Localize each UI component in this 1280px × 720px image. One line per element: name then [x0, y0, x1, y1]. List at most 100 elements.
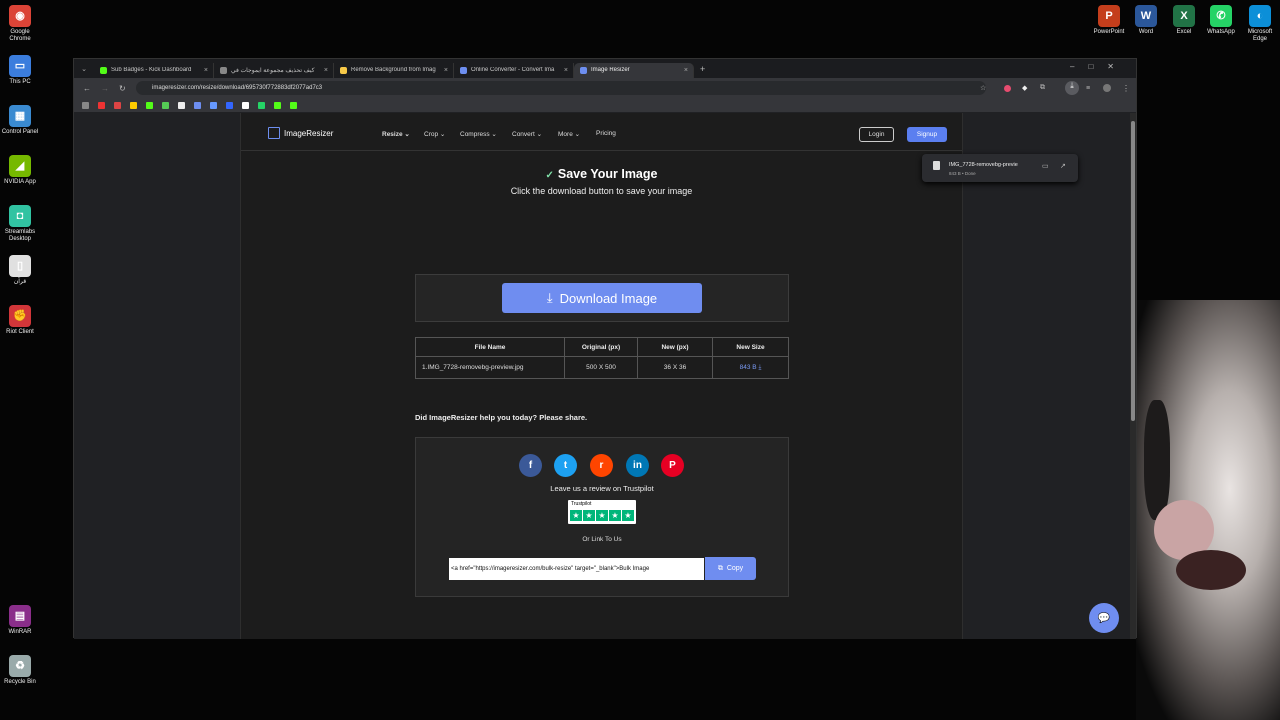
desktop-icon[interactable]: X Excel: [1164, 5, 1204, 36]
desktop-icon[interactable]: ✊ Riot Client: [0, 305, 40, 336]
twitter-share-icon[interactable]: t: [554, 454, 577, 477]
nav-resize[interactable]: Resize ⌄: [382, 130, 410, 138]
browser-menu-icon[interactable]: ⋮: [1122, 84, 1130, 93]
desktop-icon[interactable]: ◢ NVIDIA App: [0, 155, 40, 186]
reddit-share-icon[interactable]: r: [590, 454, 613, 477]
bookmark-icon[interactable]: [98, 101, 105, 109]
nav-compress[interactable]: Compress ⌄: [460, 130, 497, 138]
forward-icon[interactable]: →: [101, 84, 109, 93]
brand-name: ImageResizer: [284, 128, 334, 138]
desktop-icon[interactable]: ▭ This PC: [0, 55, 40, 86]
bookmark-icon[interactable]: [258, 101, 265, 109]
desktop-icon[interactable]: ◘ Streamlabs Desktop: [0, 205, 40, 243]
desktop-icon-label: WinRAR: [8, 629, 32, 635]
bookmark-icon[interactable]: [178, 101, 185, 109]
trustpilot-badge[interactable]: Trustpilot ★ ★ ★ ★ ★: [568, 500, 636, 524]
open-external-icon[interactable]: ↗: [1060, 162, 1066, 170]
file-info-table: File Name Original (px) New (px) New Siz…: [415, 337, 789, 379]
desktop-icon-label: Excel: [1176, 29, 1192, 35]
tab-bar: ⌄ Sub Badges - Kick Dashboard × كيف تحذيف …: [74, 59, 1136, 78]
bookmark-icon[interactable]: [130, 101, 137, 109]
desktop-icon[interactable]: ▤ WinRAR: [0, 605, 40, 636]
tab-favicon: [220, 66, 227, 74]
browser-tab[interactable]: Online Converter - Convert Ima ×: [454, 62, 574, 78]
browser-tab[interactable]: Sub Badges - Kick Dashboard ×: [94, 62, 214, 78]
bookmark-icon[interactable]: [146, 101, 153, 109]
extensions-puzzle-icon[interactable]: ⧉: [1040, 84, 1045, 92]
desktop-icon[interactable]: ✆ WhatsApp: [1201, 5, 1241, 36]
tab-title: Image Resizer: [591, 67, 630, 73]
download-image-button[interactable]: ⤓ Download Image: [502, 283, 702, 313]
tab-close-icon[interactable]: ×: [324, 67, 328, 74]
nav-more[interactable]: More ⌄: [558, 130, 580, 138]
desktop-icon[interactable]: ♻ Recycle Bin: [0, 655, 40, 686]
tab-close-icon[interactable]: ×: [204, 67, 208, 74]
bookmark-icon[interactable]: [226, 101, 233, 109]
desktop-icon[interactable]: ▦ Control Panel: [0, 105, 40, 136]
page-viewport: ImageResizer Resize ⌄ Crop ⌄ Compress ⌄ …: [74, 113, 1132, 639]
check-circle-icon: ✓: [545, 170, 554, 181]
tab-title: Remove Background from Imag: [351, 67, 436, 73]
app-icon: P: [1098, 5, 1120, 27]
window-controls[interactable]: –□✕: [1070, 62, 1128, 71]
download-bubble[interactable]: IMG_7728-removebg-previe 843 B • Done ▭ …: [922, 154, 1078, 182]
nav-crop[interactable]: Crop ⌄: [424, 130, 445, 138]
pinterest-share-icon[interactable]: P: [661, 454, 684, 477]
chat-widget-button[interactable]: 💬: [1089, 603, 1119, 633]
download-icon[interactable]: ⤓: [1065, 81, 1079, 95]
reading-list-icon[interactable]: ≡: [1086, 85, 1090, 92]
desktop-icon[interactable]: ◐ Microsoft Edge: [1240, 5, 1280, 43]
nav-convert[interactable]: Convert ⌄: [512, 130, 542, 138]
desktop-icon-label: PowerPoint: [1093, 29, 1125, 35]
url-field[interactable]: imageresizer.com/resize/download/695730f…: [136, 81, 986, 95]
bookmark-icon[interactable]: [82, 101, 89, 109]
profile-avatar[interactable]: [1103, 84, 1111, 92]
tab-search-icon[interactable]: ⌄: [74, 65, 94, 73]
tab-close-icon[interactable]: ×: [684, 67, 688, 74]
copy-button[interactable]: ⧉ Copy: [705, 557, 756, 580]
browser-tab[interactable]: Image Resizer ×: [574, 62, 694, 78]
bookmark-star-icon[interactable]: ☆: [980, 84, 986, 92]
tab-title: كيف تحذيف مجموعة ايموجات في: [231, 67, 315, 74]
extension-icon[interactable]: ◆: [1022, 84, 1027, 92]
bookmark-icon[interactable]: [210, 101, 217, 109]
embed-code-field[interactable]: <a href="https://imageresizer.com/bulk-r…: [449, 558, 704, 580]
desktop-icon[interactable]: ▯ قرآن: [0, 255, 40, 286]
bookmark-icon[interactable]: [274, 101, 281, 109]
app-icon: ◘: [9, 205, 31, 227]
copy-icon: ⧉: [717, 564, 723, 572]
tab-close-icon[interactable]: ×: [564, 67, 568, 74]
tab-title: Online Converter - Convert Ima: [471, 67, 555, 73]
tab-close-icon[interactable]: ×: [444, 67, 448, 74]
browser-tab[interactable]: Remove Background from Imag ×: [334, 62, 454, 78]
bookmark-icon[interactable]: [162, 101, 169, 109]
desktop-icon[interactable]: W Word: [1126, 5, 1166, 36]
tab-favicon: [340, 66, 347, 74]
bookmark-icon[interactable]: [194, 101, 201, 109]
page-scrollbar[interactable]: [1130, 113, 1136, 639]
tab-title: Sub Badges - Kick Dashboard: [111, 67, 192, 73]
back-icon[interactable]: ←: [83, 84, 91, 93]
browser-tab[interactable]: كيف تحذيف مجموعة ايموجات في ×: [214, 62, 334, 78]
bookmark-icon[interactable]: [114, 101, 121, 109]
folder-icon[interactable]: ▭: [1042, 162, 1049, 170]
new-size-download-link[interactable]: 843 B ⤓: [713, 357, 789, 379]
nav-pricing[interactable]: Pricing: [596, 130, 616, 137]
reload-icon[interactable]: ↻: [119, 84, 126, 93]
column-header: Original (px): [564, 337, 638, 358]
app-icon: ♻: [9, 655, 31, 677]
bookmark-icon[interactable]: [242, 101, 249, 109]
linkedin-share-icon[interactable]: in: [626, 454, 649, 477]
app-icon: W: [1135, 5, 1157, 27]
bookmark-icon[interactable]: [290, 101, 297, 109]
column-header: New Size: [712, 337, 789, 358]
facebook-share-icon[interactable]: f: [519, 454, 542, 477]
desktop-icon-label: This PC: [9, 79, 31, 85]
new-tab-button[interactable]: +: [700, 64, 705, 74]
desktop-icon[interactable]: ◉ Google Chrome: [0, 5, 40, 43]
login-button[interactable]: Login: [859, 127, 894, 142]
signup-button[interactable]: Signup: [907, 127, 947, 142]
desktop-icon[interactable]: P PowerPoint: [1089, 5, 1129, 36]
site-logo[interactable]: ImageResizer: [268, 127, 333, 139]
extension-icon[interactable]: [1004, 84, 1011, 92]
